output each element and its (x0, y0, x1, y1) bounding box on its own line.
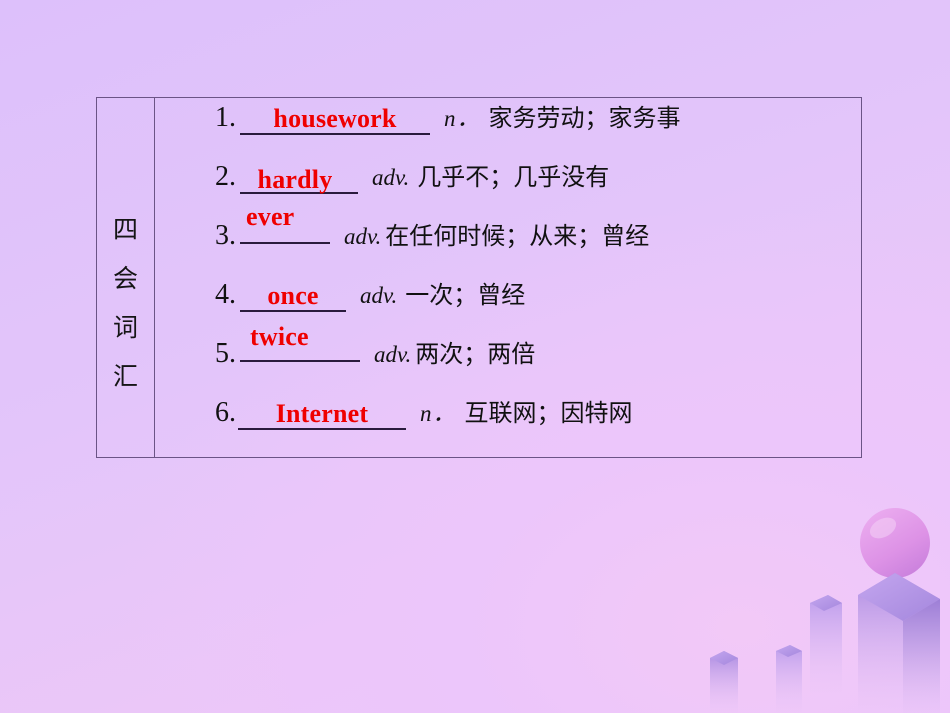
entry-number: 6. (215, 397, 236, 428)
answer-word: Internet (275, 399, 369, 428)
building-left (710, 651, 738, 713)
part-of-speech: n． (420, 401, 457, 426)
entry-number: 4. (215, 279, 236, 310)
answer-blank: hardly (240, 162, 358, 194)
slide-canvas: 四 会 词 汇 1. housework n． 家务劳动；家务事 2. hard… (0, 0, 950, 713)
entry-meaning: 家务劳动；家务事 (488, 104, 681, 132)
building-mid (810, 595, 842, 693)
building-large (858, 573, 940, 713)
answer-blank: Internet (238, 398, 406, 430)
answer-word: once (267, 281, 319, 310)
category-char-4: 汇 (112, 361, 138, 391)
entry-meaning: 互联网；因特网 (464, 399, 633, 427)
entries-cell: 1. housework n． 家务劳动；家务事 2. hardly adv. … (155, 98, 862, 458)
sphere-icon (860, 508, 930, 578)
vocabulary-entry: 6. Internet n． 互联网；因特网 (155, 393, 861, 452)
answer-blank: housework (240, 103, 430, 135)
entry-meaning: 几乎不；几乎没有 (417, 163, 610, 191)
part-of-speech: adv. (344, 224, 382, 249)
category-char-3: 词 (112, 312, 138, 342)
answer-blank: twice (240, 322, 360, 362)
category-char-2: 会 (112, 263, 138, 293)
part-of-speech: adv. (374, 342, 412, 367)
vocabulary-entry: 5. twice adv. 两次；两倍 (155, 322, 861, 393)
category-char-1: 四 (112, 214, 138, 244)
entry-number: 5. (215, 338, 236, 369)
entry-meaning: 一次；曾经 (405, 281, 526, 309)
part-of-speech: adv. (360, 283, 398, 308)
vocabulary-table: 四 会 词 汇 1. housework n． 家务劳动；家务事 2. hard… (96, 97, 862, 458)
entry-meaning: 在任何时候；从来；曾经 (385, 222, 650, 250)
answer-word: ever (246, 202, 295, 231)
building-small (776, 645, 802, 713)
vocabulary-entry: 3. ever adv. 在任何时候；从来；曾经 (155, 202, 861, 275)
vocabulary-entry: 1. housework n． 家务劳动；家务事 (155, 98, 861, 157)
category-label-vertical: 四 会 词 汇 (97, 100, 154, 455)
answer-blank: ever (240, 202, 330, 244)
entry-number: 1. (215, 102, 236, 133)
answer-word: twice (250, 322, 309, 351)
answer-word: housework (273, 104, 397, 133)
entry-number: 2. (215, 161, 236, 192)
entry-list: 1. housework n． 家务劳动；家务事 2. hardly adv. … (155, 98, 861, 452)
category-cell: 四 会 词 汇 (96, 97, 155, 458)
part-of-speech: adv. (372, 165, 410, 190)
answer-blank: once (240, 280, 346, 312)
entry-meaning: 两次；两倍 (415, 340, 536, 368)
answer-word: hardly (257, 165, 333, 194)
part-of-speech: n． (444, 106, 481, 131)
decorative-skyline (710, 508, 940, 713)
entry-number: 3. (215, 220, 236, 251)
